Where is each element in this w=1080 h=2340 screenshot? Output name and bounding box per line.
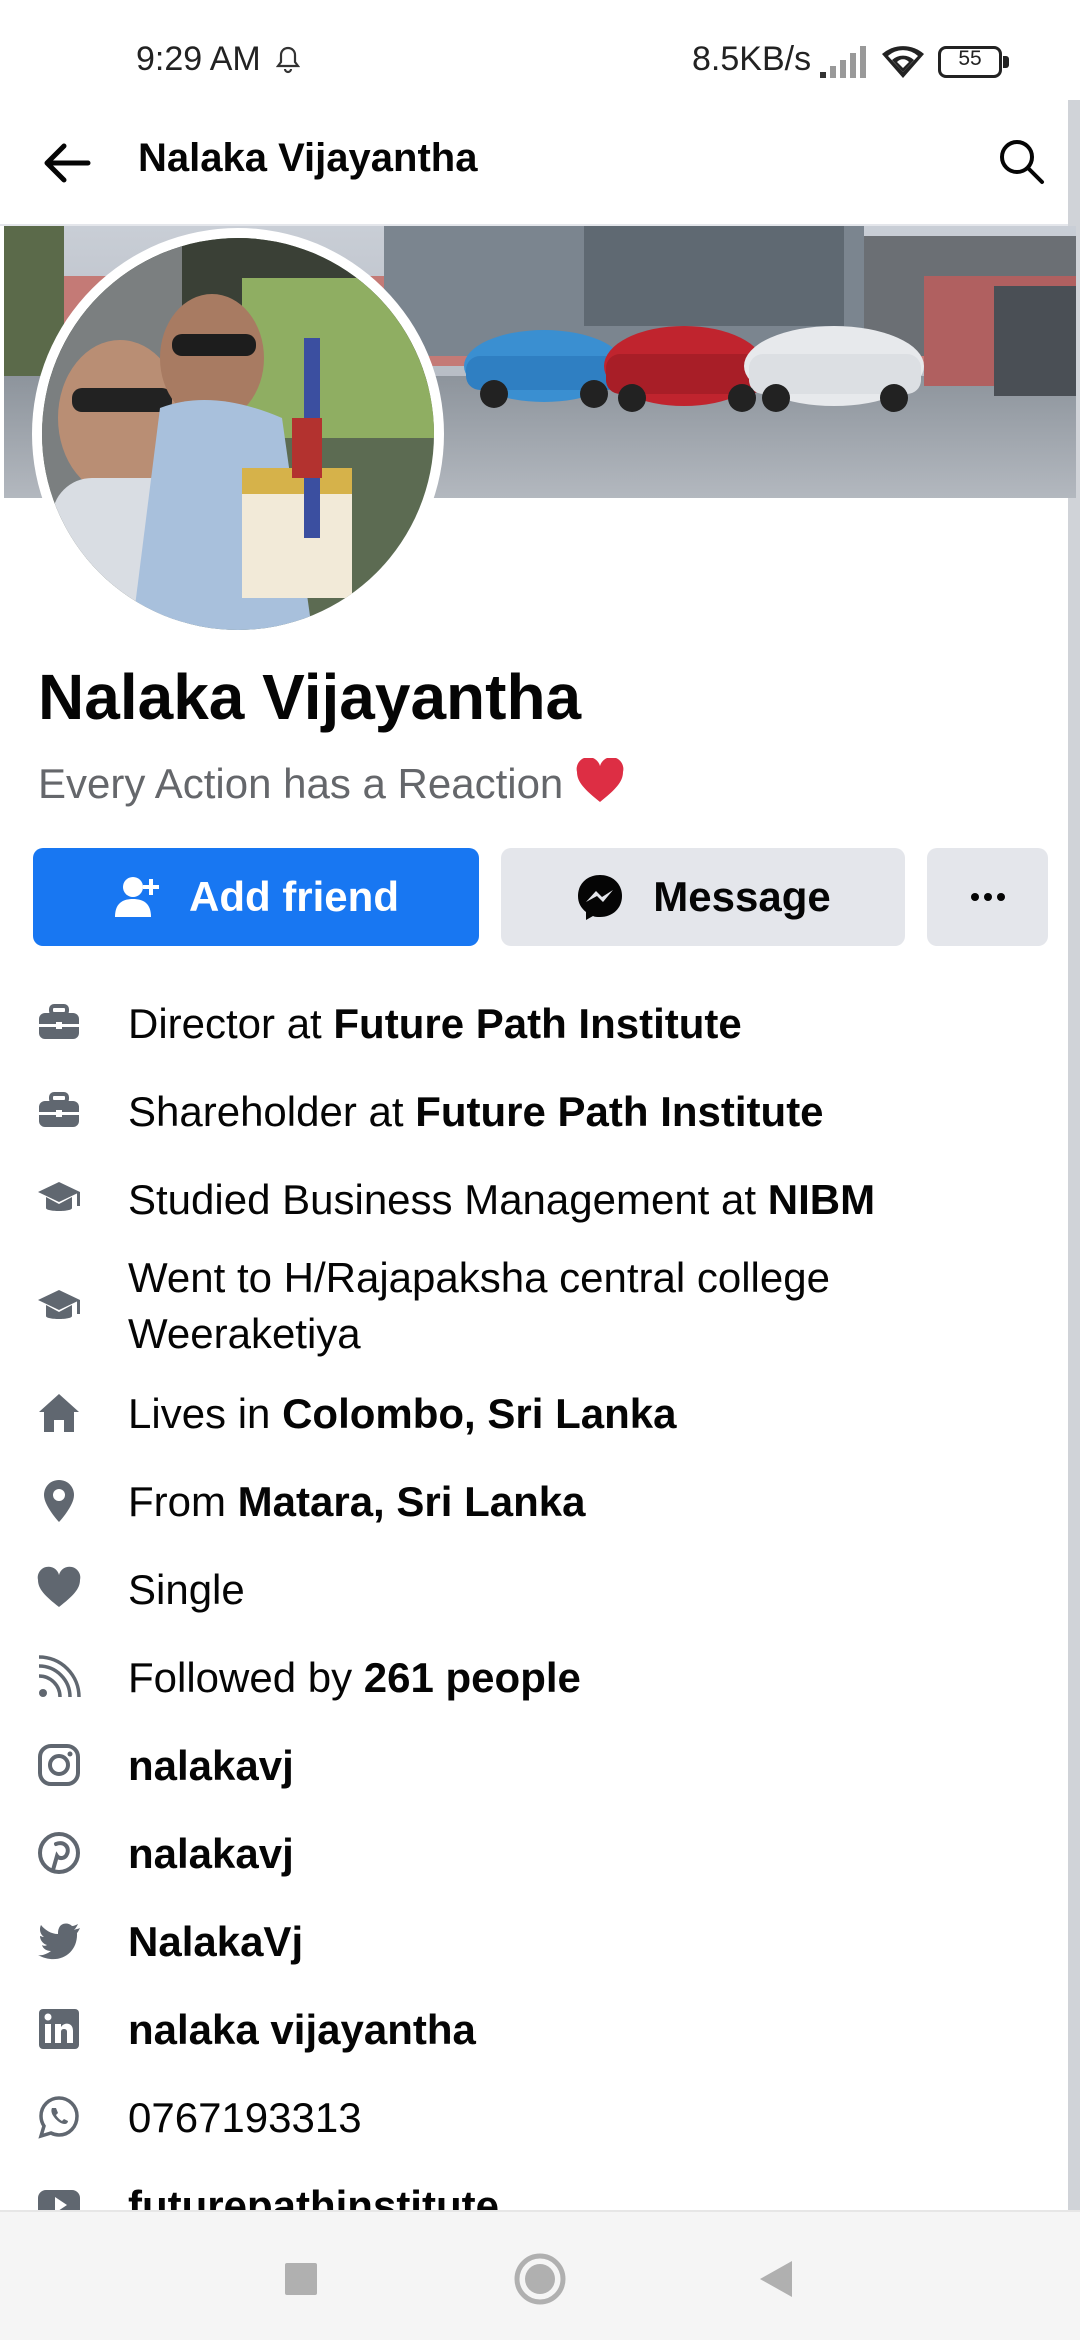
detail-text: Went to H/Rajapaksha central college Weer… [128,1254,830,1357]
detail-text: futurepathinstitute [128,2182,499,2210]
twitter-icon [38,1923,80,1960]
add-friend-label: Add friend [189,873,399,920]
heart-icon [37,1566,81,1607]
profile-bio-text: Every Action has a Reaction [38,760,564,807]
detail-text: Studied Business Management at NIBM [128,1176,876,1223]
detail-text: 0767193313 [128,2094,362,2141]
back-triangle-icon[interactable] [750,2252,804,2306]
search-icon[interactable] [996,136,1046,186]
profile-bio: Every Action has a Reaction [38,758,625,808]
linkedin-icon [39,2009,79,2049]
status-time: 9:29 AM [136,40,261,78]
detail-youtube[interactable]: futurepathinstitute [0,2178,1060,2210]
detail-text: nalakavj [128,1830,294,1877]
home-circle-icon[interactable] [513,2252,567,2306]
whatsapp-icon [38,2096,79,2139]
detail-text: Director at Future Path Institute [128,1000,742,1047]
youtube-icon [38,2190,80,2210]
network-speed: 8.5KB/s [692,40,812,78]
bell-icon [276,46,300,74]
detail-text: Shareholder at Future Path Institute [128,1088,824,1135]
message-button[interactable]: Message [501,848,905,946]
detail-text: Followed by 261 people [128,1654,581,1701]
add-friend-icon [115,877,159,917]
location-pin-icon [44,1480,74,1522]
detail-text: From Matara, Sri Lanka [128,1478,586,1525]
battery-icon: 55 [938,46,1010,78]
recents-square-icon[interactable] [274,2252,328,2306]
detail-text: nalakavj [128,1742,294,1789]
graduation-cap-icon [38,1182,80,1211]
message-label: Message [653,873,831,920]
pinterest-icon [38,1832,80,1874]
battery-level: 55 [958,47,982,70]
system-navigation-bar [0,2210,1080,2340]
red-heart-emoji [576,758,624,802]
back-arrow-icon[interactable] [38,134,96,192]
add-friend-button[interactable]: Add friend [33,848,479,946]
briefcase-icon [39,1004,79,1039]
top-app-bar: Nalaka Vijayantha [0,100,1080,226]
status-bar: 9:29 AM 8.5KB/s 55 [0,0,1080,100]
graduation-cap-icon [38,1290,80,1319]
home-icon [39,1394,79,1432]
more-dots-icon [970,893,1005,901]
detail-text: NalakaVj [128,1918,304,1965]
more-options-button[interactable] [927,848,1048,946]
profile-avatar[interactable] [32,228,444,640]
page-title: Nalaka Vijayantha [138,136,478,180]
wifi-icon [882,46,924,78]
briefcase-icon [39,1092,79,1127]
detail-text: Lives in Colombo, Sri Lanka [128,1390,677,1437]
avatar-image [42,238,434,630]
detail-text: Single [128,1566,245,1613]
profile-name: Nalaka Vijayantha [38,661,582,733]
detail-text: nalaka vijayantha [128,2006,476,2053]
signal-icon [820,46,866,78]
instagram-icon [38,1744,80,1786]
rss-icon [38,1655,81,1698]
messenger-icon [578,875,623,920]
